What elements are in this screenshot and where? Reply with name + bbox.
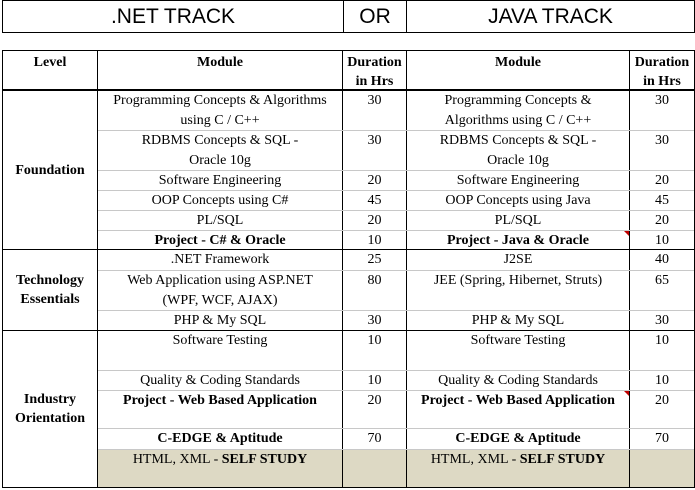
net-module-cell: Project - C# & Oracle <box>154 233 286 248</box>
java-duration-cell: 30 <box>655 313 669 328</box>
java-module-cell: RDBMS Concepts & SQL - Oracle 10g <box>439 133 597 168</box>
net-duration-cell: 20 <box>367 213 382 228</box>
net-module-cell: Software Engineering <box>158 173 282 188</box>
java-self-study-duration <box>630 450 694 487</box>
level-foundation: Foundation <box>15 162 85 178</box>
column-header-level: Level <box>33 55 67 70</box>
java-module-cell: Quality & Coding Standards <box>438 373 598 388</box>
net-module-cell: C-EDGE & Aptitude <box>157 431 283 446</box>
column-header-java-module: Module <box>495 55 541 70</box>
net-duration-cell: 10 <box>367 233 382 248</box>
java-duration-cell: 30 <box>655 133 669 148</box>
java-track-header: JAVA TRACK <box>406 0 695 33</box>
column-header-java-duration: Duration in Hrs <box>634 55 690 89</box>
net-module-cell: Quality & Coding Standards <box>140 373 300 388</box>
java-module-cell: PL/SQL <box>494 213 542 228</box>
net-duration-cell: 10 <box>367 333 382 348</box>
java-module-cell: Software Testing <box>470 333 566 348</box>
net-module-cell: Project - Web Based Application <box>123 393 317 408</box>
net-duration-cell: 80 <box>367 273 382 288</box>
java-module-cell: Project - Java & Oracle <box>446 233 589 248</box>
java-duration-cell: 45 <box>655 193 669 208</box>
table-bottom-border <box>2 487 695 488</box>
level-industry-orientation: Industry Orientation <box>15 392 85 426</box>
java-self-study-cell: HTML, XML - SELF STUDY <box>407 450 629 487</box>
net-duration-cell: 30 <box>367 133 382 148</box>
column-header-net-duration: Duration in Hrs <box>347 55 402 89</box>
net-duration-cell: 20 <box>367 393 382 408</box>
net-module-cell: Programming Concepts & Algorithms using C… <box>113 93 327 128</box>
net-duration-cell: 30 <box>367 93 382 108</box>
java-module-cell: Software Engineering <box>456 173 580 188</box>
java-track-label: JAVA TRACK <box>488 4 613 28</box>
java-module-cell: OOP Concepts using Java <box>445 193 591 208</box>
java-module-cell: C-EDGE & Aptitude <box>455 431 581 446</box>
or-label: OR <box>359 4 391 28</box>
java-duration-cell: 30 <box>655 93 669 108</box>
net-track-label: .NET TRACK <box>110 4 236 28</box>
comment-marker <box>624 231 629 236</box>
java-module-cell: JEE (Spring, Hibernet, Struts) <box>433 273 603 288</box>
net-module-cell: Web Application using ASP.NET (WPF, WCF, … <box>127 273 313 308</box>
net-track-header: .NET TRACK <box>2 0 344 33</box>
java-module-cell: J2SE <box>503 252 533 267</box>
column-header-net-module: Module <box>197 55 243 70</box>
net-duration-cell: 70 <box>367 431 382 446</box>
net-module-cell: Software Testing <box>172 333 268 348</box>
java-duration-cell: 40 <box>655 252 669 267</box>
java-duration-cell: 65 <box>655 273 669 288</box>
java-duration-cell: 20 <box>655 213 669 228</box>
level-technology-essentials: Technology Essentials <box>16 273 84 307</box>
net-duration-cell: 10 <box>367 373 382 388</box>
java-duration-cell: 10 <box>655 333 669 348</box>
java-duration-cell: 70 <box>655 431 669 446</box>
java-duration-cell: 20 <box>655 393 669 408</box>
net-module-cell: PHP & My SQL <box>173 313 267 328</box>
net-module-cell: .NET Framework <box>170 252 270 267</box>
java-module-cell: Project - Web Based Application <box>421 393 615 408</box>
net-module-cell: PL/SQL <box>196 213 244 228</box>
net-self-study-cell: HTML, XML - SELF STUDY <box>98 450 342 487</box>
java-duration-cell: 10 <box>655 233 669 248</box>
java-module-cell: Programming Concepts & Algorithms using C… <box>444 93 592 128</box>
net-module-cell: OOP Concepts using C# <box>151 193 289 208</box>
or-header: OR <box>343 0 407 33</box>
net-duration-cell: 30 <box>367 313 382 328</box>
net-duration-cell: 20 <box>367 173 382 188</box>
net-self-study-duration <box>343 450 406 487</box>
net-module-cell: RDBMS Concepts & SQL - Oracle 10g <box>141 133 299 168</box>
java-duration-cell: 10 <box>655 373 669 388</box>
net-duration-cell: 45 <box>367 193 382 208</box>
net-duration-cell: 25 <box>367 252 382 267</box>
java-duration-cell: 20 <box>655 173 669 188</box>
java-module-cell: PHP & My SQL <box>471 313 565 328</box>
